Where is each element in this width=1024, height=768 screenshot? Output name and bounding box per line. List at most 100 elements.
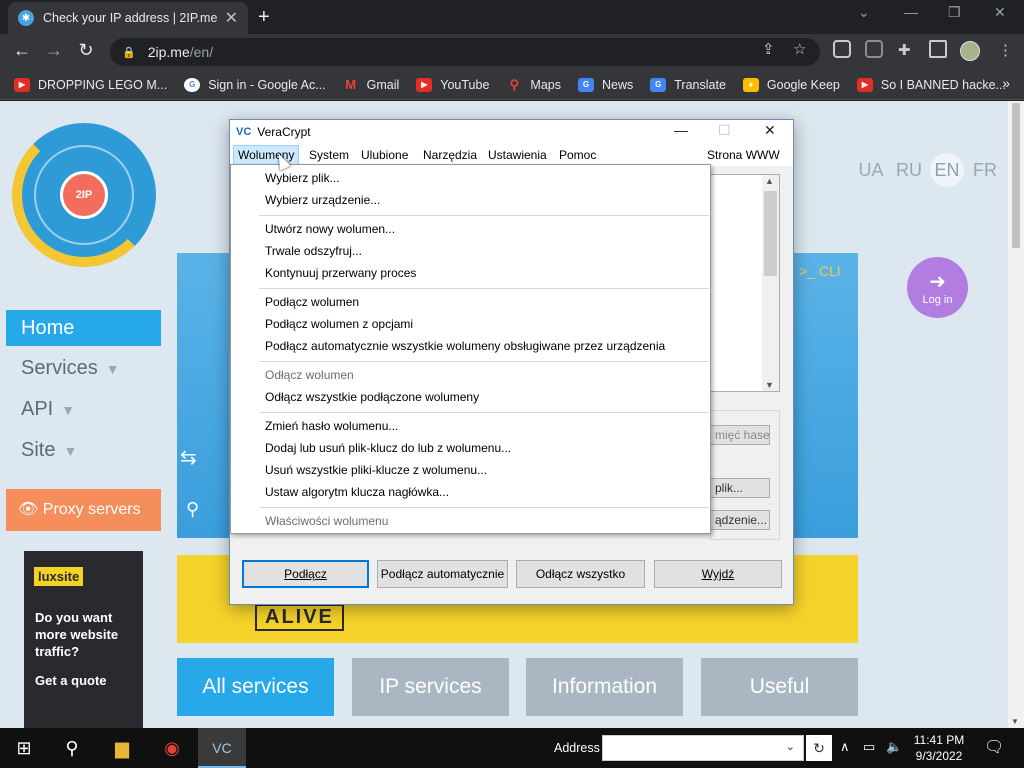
menu-strona-www[interactable]: Strona WWW bbox=[703, 147, 784, 163]
scroll-thumb[interactable] bbox=[1012, 103, 1020, 248]
menu-ustawienia[interactable]: Ustawienia bbox=[484, 147, 551, 163]
windows-start-icon[interactable]: ⊞ bbox=[12, 736, 36, 760]
nav-api[interactable]: API ▼ bbox=[21, 398, 75, 421]
side-panel-icon[interactable] bbox=[929, 40, 947, 58]
file-explorer-icon[interactable]: ▆ bbox=[110, 736, 134, 760]
ad-banner[interactable]: luxsite Do you want more website traffic… bbox=[24, 551, 143, 728]
menu-narzedzia[interactable]: Narzędzia bbox=[419, 147, 481, 163]
lang-en[interactable]: EN bbox=[930, 153, 964, 187]
login-button[interactable]: ➜ Log in bbox=[907, 257, 968, 318]
bookmark-translate[interactable]: G Translate bbox=[650, 77, 726, 92]
refresh-icon[interactable]: ⇆ bbox=[180, 445, 197, 470]
menu-system[interactable]: System bbox=[305, 147, 353, 163]
menu-item-remove-all-keyfiles[interactable]: Usuń wszystkie pliki-klucze z wolumenu..… bbox=[265, 463, 487, 477]
chevron-down-icon[interactable]: ⌄ bbox=[786, 740, 795, 753]
new-tab-button[interactable]: + bbox=[258, 6, 270, 29]
auto-mount-button[interactable]: Podłącz automatycznie bbox=[377, 560, 508, 588]
bookmark-dropping-lego[interactable]: ▶ DROPPING LEGO M... bbox=[14, 77, 167, 92]
vc-minimize-icon[interactable]: — bbox=[674, 122, 688, 138]
minimize-icon[interactable]: — bbox=[904, 4, 918, 20]
notification-center-icon[interactable]: 🗨 bbox=[984, 737, 1004, 757]
extensions-puzzle-icon[interactable]: ✚ bbox=[898, 41, 911, 59]
2ip-favicon-icon: ✱ bbox=[18, 10, 34, 26]
menu-item-select-file[interactable]: Wybierz plik... bbox=[265, 171, 340, 185]
bookmarks-overflow-icon[interactable]: » bbox=[1002, 75, 1010, 91]
extension-tool-icon[interactable] bbox=[865, 40, 883, 58]
drive-list-scrollbar[interactable]: ▲ ▼ bbox=[762, 175, 779, 391]
tab-ip-services[interactable]: IP services bbox=[352, 658, 509, 716]
tab-useful[interactable]: Useful bbox=[701, 658, 858, 716]
bookmark-google-signin[interactable]: G Sign in - Google Ac... bbox=[184, 77, 326, 92]
drive-list-thumb[interactable] bbox=[764, 191, 777, 276]
menu-item-mount-with-options[interactable]: Podłącz wolumen z opcjami bbox=[265, 317, 413, 331]
menu-item-resume-process[interactable]: Kontynuuj przerwany proces bbox=[265, 266, 416, 280]
lang-fr[interactable]: FR bbox=[968, 153, 1002, 187]
menu-item-create-volume[interactable]: Utwórz nowy wolumen... bbox=[265, 222, 395, 236]
menu-item-header-key-algorithm[interactable]: Ustaw algorytm klucza nagłówka... bbox=[265, 485, 449, 499]
nav-site[interactable]: Site ▼ bbox=[21, 439, 77, 462]
menu-item-change-password[interactable]: Zmień hasło wolumenu... bbox=[265, 419, 398, 433]
ad-cta[interactable]: Get a quote bbox=[35, 673, 107, 688]
exit-button[interactable]: Wyjdź bbox=[654, 560, 782, 588]
volume-icon[interactable]: 🔈 bbox=[886, 739, 902, 755]
drive-list[interactable]: ▲ ▼ bbox=[710, 174, 780, 392]
vc-close-icon[interactable]: ✕ bbox=[764, 122, 776, 139]
exit-label: Wyjdź bbox=[701, 567, 735, 581]
lang-ru[interactable]: RU bbox=[892, 153, 926, 187]
menu-item-decrypt[interactable]: Trwale odszyfruj... bbox=[265, 244, 362, 258]
search-icon[interactable]: ⚲ bbox=[60, 736, 84, 760]
forward-icon[interactable]: → bbox=[42, 40, 66, 61]
network-icon[interactable]: ▭ bbox=[863, 739, 875, 755]
bookmark-gmail[interactable]: M Gmail bbox=[343, 77, 399, 92]
select-file-button[interactable]: plik... bbox=[710, 478, 770, 498]
menu-pomoc[interactable]: Pomoc bbox=[555, 147, 600, 163]
tab-all-services[interactable]: All services bbox=[177, 658, 334, 716]
proxy-servers-button[interactable]: 👁 Proxy servers bbox=[6, 489, 161, 531]
nav-home[interactable]: Home bbox=[6, 310, 161, 346]
address-go-icon[interactable]: ↻ bbox=[806, 735, 832, 761]
login-icon: ➜ bbox=[929, 271, 946, 293]
back-icon[interactable]: ← bbox=[10, 40, 34, 61]
tab-information[interactable]: Information bbox=[526, 658, 683, 716]
mount-button[interactable]: Podłącz bbox=[242, 560, 369, 588]
menu-ulubione[interactable]: Ulubione bbox=[357, 147, 412, 163]
address-bar[interactable]: 🔒 2ip.me/en/ bbox=[110, 38, 820, 66]
scroll-up-icon[interactable]: ▲ bbox=[765, 176, 774, 186]
veracrypt-taskbar-button[interactable]: VC bbox=[198, 728, 246, 768]
veracrypt-titlebar[interactable]: VC VeraCrypt — ☐ ✕ bbox=[230, 120, 793, 144]
lang-ua[interactable]: UA bbox=[854, 153, 888, 187]
share-icon[interactable]: ⇪ bbox=[762, 40, 775, 58]
chrome-menu-icon[interactable]: ⋮ bbox=[998, 41, 1013, 59]
bookmark-google-keep[interactable]: ● Google Keep bbox=[742, 77, 840, 92]
bookmark-banned-hacker[interactable]: ▶ So I BANNED hacke... bbox=[856, 77, 1006, 92]
bookmark-maps[interactable]: ⚲ Maps bbox=[506, 77, 561, 92]
window-close-icon[interactable]: ✕ bbox=[994, 4, 1006, 21]
select-device-button[interactable]: ądzenie... bbox=[710, 510, 770, 530]
scroll-down-icon[interactable]: ▼ bbox=[1011, 717, 1019, 726]
scroll-down-icon[interactable]: ▼ bbox=[765, 380, 774, 390]
nav-services[interactable]: Services ▼ bbox=[21, 357, 120, 380]
tab-search-icon[interactable]: ⌄ bbox=[858, 4, 870, 21]
cli-label[interactable]: >_ CLI bbox=[799, 263, 841, 279]
restore-icon[interactable]: ❐ bbox=[948, 4, 961, 21]
dismount-all-button[interactable]: Odłącz wszystko bbox=[516, 560, 645, 588]
profile-avatar[interactable] bbox=[960, 41, 980, 61]
chrome-icon[interactable]: ◉ bbox=[160, 736, 184, 760]
tray-overflow-icon[interactable]: ∧ bbox=[840, 739, 850, 755]
page-scrollbar[interactable]: ▼ bbox=[1008, 101, 1024, 728]
bookmark-star-icon[interactable]: ☆ bbox=[793, 40, 806, 58]
menu-item-select-device[interactable]: Wybierz urządzenie... bbox=[265, 193, 380, 207]
system-clock[interactable]: 11:41 PM 9/3/2022 bbox=[902, 732, 976, 764]
extension-screen-icon[interactable] bbox=[833, 40, 851, 58]
menu-item-dismount-all[interactable]: Odłącz wszystkie podłączone wolumeny bbox=[265, 390, 479, 404]
menu-item-auto-mount-all[interactable]: Podłącz automatycznie wszystkie wolumeny… bbox=[265, 339, 665, 353]
browser-tab[interactable]: ✱ Check your IP address | 2IP.me ✕ bbox=[8, 2, 248, 34]
bookmark-news[interactable]: G News bbox=[577, 77, 633, 92]
address-toolbar-input[interactable]: ⌄ bbox=[602, 735, 804, 761]
tab-close-icon[interactable]: ✕ bbox=[225, 8, 238, 28]
menu-item-mount-volume[interactable]: Podłącz wolumen bbox=[265, 295, 359, 309]
menu-item-add-remove-keyfile[interactable]: Dodaj lub usuń plik-klucz do lub z wolum… bbox=[265, 441, 511, 455]
2ip-logo[interactable]: 2IP bbox=[12, 123, 156, 267]
bookmark-youtube[interactable]: ▶ YouTube bbox=[416, 77, 489, 92]
reload-icon[interactable]: ↻ bbox=[74, 40, 98, 61]
